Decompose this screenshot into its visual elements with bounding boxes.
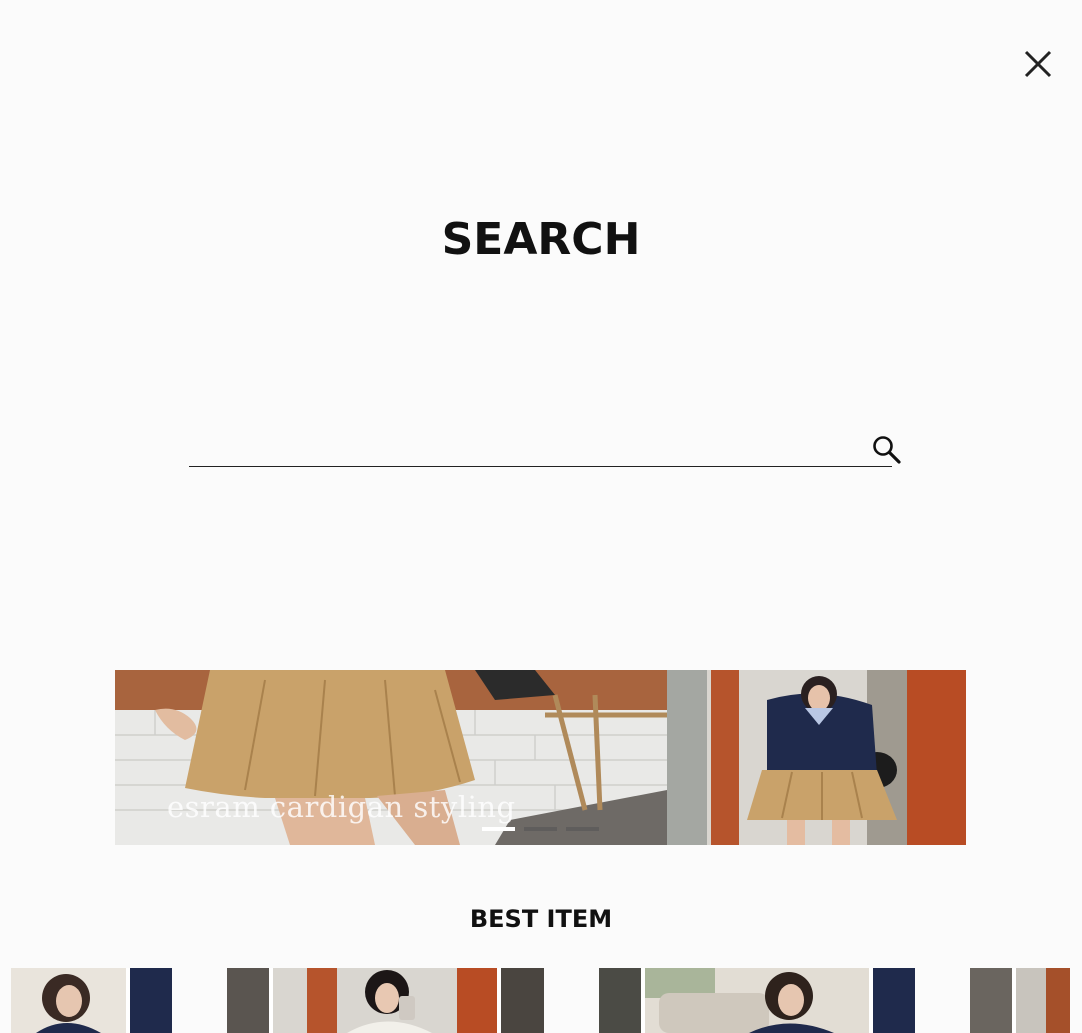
search-icon[interactable] <box>872 435 902 465</box>
search-field[interactable] <box>189 430 892 467</box>
close-icon[interactable] <box>1022 48 1054 80</box>
slider-dot-2[interactable] <box>524 827 557 831</box>
banner-image-model <box>667 670 966 845</box>
best-item-thumbnail[interactable] <box>11 968 172 1033</box>
promo-banner[interactable]: esram cardigan styling <box>115 670 966 845</box>
product-image <box>227 968 544 1033</box>
best-item-thumbnail[interactable] <box>227 968 544 1033</box>
best-item-heading: BEST ITEM <box>469 905 613 933</box>
product-image <box>599 968 915 1033</box>
product-image <box>970 968 1070 1033</box>
best-item-thumbnail[interactable] <box>599 968 915 1033</box>
slider-dot-3[interactable] <box>566 827 599 831</box>
banner-caption: esram cardigan styling <box>167 790 516 824</box>
page-title: SEARCH <box>441 214 641 265</box>
best-item-thumbnail[interactable] <box>970 968 1070 1033</box>
slider-dot-1[interactable] <box>482 827 515 831</box>
search-input[interactable] <box>189 430 859 464</box>
product-image <box>11 968 172 1033</box>
